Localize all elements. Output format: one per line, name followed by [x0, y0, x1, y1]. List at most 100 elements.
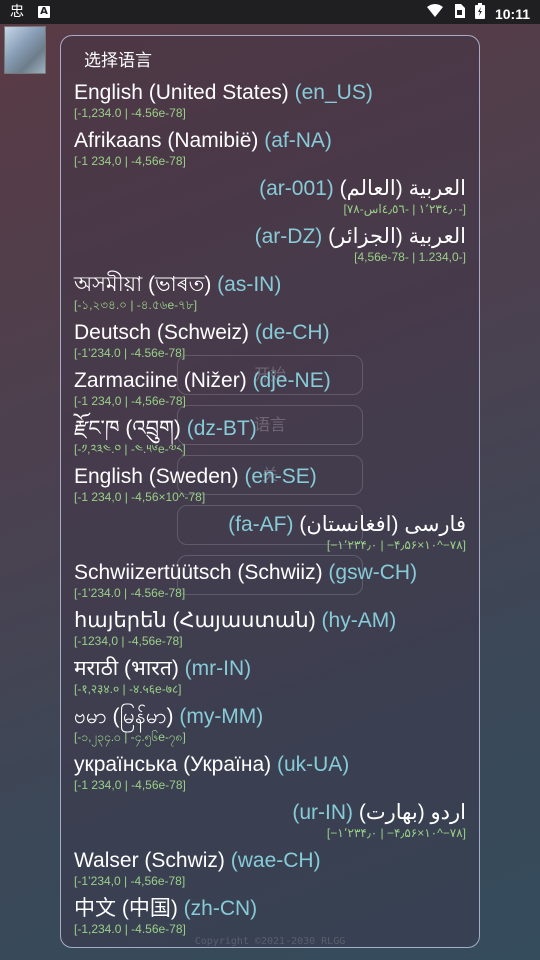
number-format-sample: [-1 234,0 | -4,56e-78] — [74, 394, 186, 408]
language-option[interactable]: मराठी (भारत) (mr-IN) [-१,२३४.० | -४.५६e-७… — [74, 656, 466, 704]
sim-icon — [453, 4, 465, 23]
locale-code: (ur-IN) — [292, 801, 354, 824]
language-name: मराठी (भारत) — [74, 657, 179, 680]
locale-code: (de-CH) — [254, 321, 330, 344]
locale-code: (dz-BT) — [186, 417, 257, 440]
locale-code: (en-SE) — [244, 465, 317, 488]
number-format-sample: [-1 234,0 | -4,56×10^-78] — [74, 490, 206, 504]
language-name: العربية (الجزائر) — [328, 225, 466, 248]
locale-code: (as-IN) — [217, 273, 282, 296]
app-notification-icon: 忠 — [10, 4, 24, 20]
number-format-sample: [؜-١٬٢٣٤٫٠ | ؜-٤٫٥٦اس؜-٧٨] — [343, 202, 466, 216]
language-option[interactable]: 中文 (中国) (zh-CN) [-1,234.0 | -4.56e-78] — [74, 896, 466, 944]
language-option-title: فارسی (افغانستان) (fa-AF) — [74, 512, 466, 538]
language-name: Afrikaans (Namibië) — [74, 129, 259, 152]
locale-code: (dje-NE) — [252, 369, 331, 392]
language-option[interactable]: العربية (الجزائر) (ar-DZ) [-1.234,0 | -4,… — [74, 224, 466, 272]
number-format-sample: [-1 234,0 | -4,56e-78] — [74, 778, 186, 792]
number-format-sample: [-༡,༢༣༤.༠ | -༤.༥༦e-༧༨] — [74, 442, 186, 456]
locale-code: (af-NA) — [264, 129, 332, 152]
accessibility-a-icon: A — [38, 6, 50, 18]
number-format-sample: [-1’234,0 | -4,56e-78] — [74, 874, 186, 888]
language-name: Schwiizertüütsch (Schwiiz) — [74, 561, 323, 584]
language-name: English (United States) — [74, 81, 289, 104]
app-thumbnail-image[interactable] — [4, 26, 46, 74]
language-option[interactable]: العربية (العالم) (ar-001) [؜-١٬٢٣٤٫٠ | ؜-… — [74, 176, 466, 224]
language-name: অসমীয়া (ভাৰত) — [74, 273, 212, 296]
language-name: 中文 (中国) — [74, 897, 178, 920]
language-option[interactable]: اردو (بھارت) (ur-IN) [‎−۱٬۲۳۴٫۰ | ‎−۴٫۵۶×… — [74, 800, 466, 848]
language-option[interactable]: Schwiizertüütsch (Schwiiz) (gsw-CH) [-1’2… — [74, 560, 466, 608]
locale-code: (ar-001) — [259, 177, 334, 200]
language-option[interactable]: ဗမာ (မြန်မာ) (my-MM) [-၁,၂၃၄.၀ | -၄.၅၆e-၇… — [74, 704, 466, 752]
language-option-title: اردو (بھارت) (ur-IN) — [74, 800, 466, 826]
language-option-title: Walser (Schwiz) (wae-CH) — [74, 848, 466, 874]
language-option[interactable]: Walser (Schwiz) (wae-CH) [-1’234,0 | -4,5… — [74, 848, 466, 896]
language-option-title: मराठी (भारत) (mr-IN) — [74, 656, 466, 682]
language-option-title: Deutsch (Schweiz) (de-CH) — [74, 320, 466, 346]
language-option[interactable]: English (United States) (en_US) [-1,234.0… — [74, 80, 466, 128]
number-format-sample: [-१,२३४.० | -४.५६e-७८] — [74, 682, 182, 696]
language-name: اردو (بھارت) — [358, 801, 466, 824]
language-name: العربية (العالم) — [339, 177, 466, 200]
wifi-icon — [426, 4, 443, 23]
language-name: ဗမာ (မြန်မာ) — [74, 705, 174, 728]
language-name: རྫོང་ཁ (འབྲུག) — [74, 417, 181, 440]
locale-code: (fa-AF) — [228, 513, 294, 536]
locale-code: (zh-CN) — [183, 897, 258, 920]
number-format-sample: [-၁,၂၃၄.၀ | -၄.၅၆e-၇၈] — [74, 730, 186, 744]
number-format-sample: [-1’234.0 | -4.56e-78] — [74, 586, 186, 600]
locale-code: (en_US) — [294, 81, 373, 104]
language-name: English (Sweden) — [74, 465, 239, 488]
language-option[interactable]: فارسی (افغانستان) (fa-AF) [‎−۱٬۲۳۴٫۰ | ‎−… — [74, 512, 466, 560]
language-picker-dialog: 选择语言 English (United States) (en_US) [-1,… — [60, 35, 480, 948]
number-format-sample: [-১,২৩৪.০ | -৪.৫৬e-৭৮] — [74, 298, 198, 312]
language-option-title: العربية (الجزائر) (ar-DZ) — [74, 224, 466, 250]
number-format-sample: [‎−۱٬۲۳۴٫۰ | ‎−۴٫۵۶×۱۰^‎−۷۸] — [326, 538, 466, 552]
locale-code: (my-MM) — [179, 705, 264, 728]
language-name: Walser (Schwiz) — [74, 849, 225, 872]
locale-code: (hy-AM) — [321, 609, 397, 632]
number-format-sample: [-1234,0 | -4,56e-78] — [74, 634, 183, 648]
status-bar: 忠 A 10:11 — [0, 0, 540, 24]
language-option[interactable]: অসমীয়া (ভাৰত) (as-IN) [-১,২৩৪.০ | -৪.৫৬e… — [74, 272, 466, 320]
language-name: Zarmaciine (Nižer) — [74, 369, 247, 392]
locale-code: (gsw-CH) — [328, 561, 418, 584]
language-option-title: Afrikaans (Namibië) (af-NA) — [74, 128, 466, 154]
clock: 10:11 — [494, 5, 530, 22]
language-option-title: Zarmaciine (Nižer) (dje-NE) — [74, 368, 466, 394]
number-format-sample: [-1 234,0 | -4,56e-78] — [74, 154, 186, 168]
language-option-title: རྫོང་ཁ (འབྲུག) (dz-BT) — [74, 416, 466, 442]
number-format-sample: [-1.234,0 | -4,56e-78] — [354, 250, 466, 264]
number-format-sample: [‎−۱٬۲۳۴٫۰ | ‎−۴٫۵۶×۱۰^‎−۷۸] — [326, 826, 466, 840]
language-name: Deutsch (Schweiz) — [74, 321, 250, 344]
language-option-title: Schwiizertüütsch (Schwiiz) (gsw-CH) — [74, 560, 466, 586]
language-option[interactable]: українська (Україна) (uk-UA) [-1 234,0 | … — [74, 752, 466, 800]
language-option-title: հայերեն (Հայաստան) (hy-AM) — [74, 608, 466, 634]
language-option-title: অসমীয়া (ভাৰত) (as-IN) — [74, 272, 466, 298]
language-list: English (United States) (en_US) [-1,234.0… — [74, 80, 466, 944]
language-option[interactable]: հայերեն (Հայաստան) (hy-AM) [-1234,0 | -4,… — [74, 608, 466, 656]
number-format-sample: [-1,234.0 | -4.56e-78] — [74, 106, 186, 120]
language-option[interactable]: རྫོང་ཁ (འབྲུག) (dz-BT) [-༡,༢༣༤.༠ | -༤.༥༦e… — [74, 416, 466, 464]
language-option-title: English (United States) (en_US) — [74, 80, 466, 106]
language-option-title: العربية (العالم) (ar-001) — [74, 176, 466, 202]
language-option[interactable]: Zarmaciine (Nižer) (dje-NE) [-1 234,0 | -… — [74, 368, 466, 416]
language-option[interactable]: English (Sweden) (en-SE) [-1 234,0 | -4,5… — [74, 464, 466, 512]
language-name: հայերեն (Հայաստան) — [74, 609, 316, 632]
locale-code: (wae-CH) — [230, 849, 321, 872]
battery-icon — [474, 3, 485, 24]
number-format-sample: [-1,234.0 | -4.56e-78] — [74, 922, 186, 936]
locale-code: (ar-DZ) — [254, 225, 323, 248]
language-option-title: українська (Україна) (uk-UA) — [74, 752, 466, 778]
language-option-title: ဗမာ (မြန်မာ) (my-MM) — [74, 704, 466, 730]
language-option[interactable]: Afrikaans (Namibië) (af-NA) [-1 234,0 | -… — [74, 128, 466, 176]
number-format-sample: [-1’234.0 | -4.56e-78] — [74, 346, 186, 360]
language-option[interactable]: Deutsch (Schweiz) (de-CH) [-1’234.0 | -4.… — [74, 320, 466, 368]
language-option-title: 中文 (中国) (zh-CN) — [74, 896, 466, 922]
language-name: українська (Україна) — [74, 753, 272, 776]
locale-code: (mr-IN) — [184, 657, 252, 680]
dialog-title: 选择语言 — [84, 51, 152, 71]
locale-code: (uk-UA) — [276, 753, 350, 776]
language-name: فارسی (افغانستان) — [299, 513, 466, 536]
